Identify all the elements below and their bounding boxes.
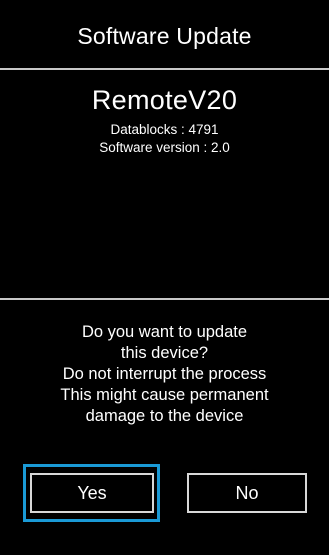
message-line: damage to the device bbox=[85, 407, 244, 425]
message-line: Do you want to update bbox=[81, 323, 248, 341]
no-button[interactable]: No bbox=[187, 473, 307, 513]
software-update-screen: Software Update RemoteV20 Datablocks : 4… bbox=[0, 0, 329, 555]
update-confirmation-message: Do you want to update this device? Do no… bbox=[0, 322, 329, 427]
message-line: this device? bbox=[120, 344, 209, 362]
message-line: This might cause permanent bbox=[60, 386, 269, 404]
yes-button-label: Yes bbox=[77, 482, 107, 503]
no-button-label: No bbox=[235, 482, 259, 503]
page-title: Software Update bbox=[77, 22, 252, 49]
device-info-panel: RemoteV20 Datablocks : 4791 Software ver… bbox=[0, 70, 329, 300]
software-version-info: Software version : 2.0 bbox=[99, 140, 230, 155]
datablocks-info: Datablocks : 4791 bbox=[110, 122, 219, 137]
yes-button[interactable]: Yes bbox=[30, 473, 154, 513]
header-bar: Software Update bbox=[0, 0, 329, 70]
device-name: RemoteV20 bbox=[91, 85, 238, 115]
message-line: Do not interrupt the process bbox=[62, 365, 267, 383]
